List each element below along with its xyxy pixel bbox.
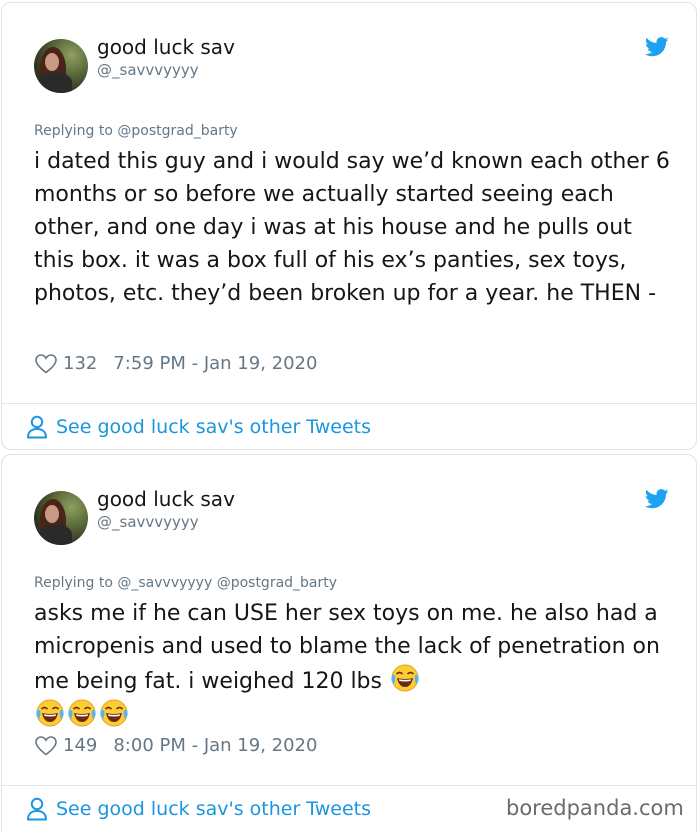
see-other-tweets-label: See good luck sav's other Tweets (56, 798, 372, 820)
tears-of-joy-emoji-icon (35, 698, 65, 728)
tweet-timestamp[interactable]: 7:59 PM - Jan 19, 2020 (113, 353, 317, 374)
divider (2, 403, 696, 404)
divider (2, 785, 696, 786)
tweet-meta: 149 8:00 PM - Jan 19, 2020 (35, 735, 317, 756)
tears-of-joy-emoji-icon (67, 698, 97, 728)
like-count: 149 (63, 735, 98, 756)
watermark: boredpanda.com (506, 796, 684, 820)
replying-to: Replying to @_savvvyyyy @postgrad_barty (34, 575, 338, 591)
tweet-card: good luck sav @_savvvyyyy Replying to @_… (1, 454, 697, 832)
display-name[interactable]: good luck sav (97, 487, 235, 511)
tweet-timestamp[interactable]: 8:00 PM - Jan 19, 2020 (113, 735, 317, 756)
person-icon (26, 797, 48, 821)
person-icon (26, 415, 48, 439)
see-other-tweets-label: See good luck sav's other Tweets (56, 416, 372, 438)
tweet-text: asks me if he can USE her sex toys on me… (34, 597, 674, 733)
heart-icon[interactable] (35, 736, 57, 756)
like-count: 132 (63, 353, 98, 374)
avatar[interactable] (34, 491, 88, 545)
display-name[interactable]: good luck sav (97, 35, 235, 59)
see-other-tweets-link[interactable]: See good luck sav's other Tweets (26, 415, 371, 439)
tweet-meta: 132 7:59 PM - Jan 19, 2020 (35, 353, 317, 374)
avatar[interactable] (34, 39, 88, 93)
heart-icon[interactable] (35, 354, 57, 374)
twitter-bird-icon[interactable] (645, 37, 669, 57)
user-handle[interactable]: @_savvvyyyy (97, 513, 199, 531)
replying-to: Replying to @postgrad_barty (34, 123, 238, 139)
tweet-text-body: asks me if he can USE her sex toys on me… (34, 601, 660, 694)
tears-of-joy-emoji-icon (390, 663, 420, 693)
twitter-bird-icon[interactable] (645, 489, 669, 509)
tears-of-joy-emoji-icon (99, 698, 129, 728)
user-handle[interactable]: @_savvvyyyy (97, 61, 199, 79)
see-other-tweets-link[interactable]: See good luck sav's other Tweets (26, 797, 371, 821)
tweet-card: good luck sav @_savvvyyyy Replying to @p… (1, 2, 697, 450)
tweet-text: i dated this guy and i would say we’d kn… (34, 149, 670, 306)
